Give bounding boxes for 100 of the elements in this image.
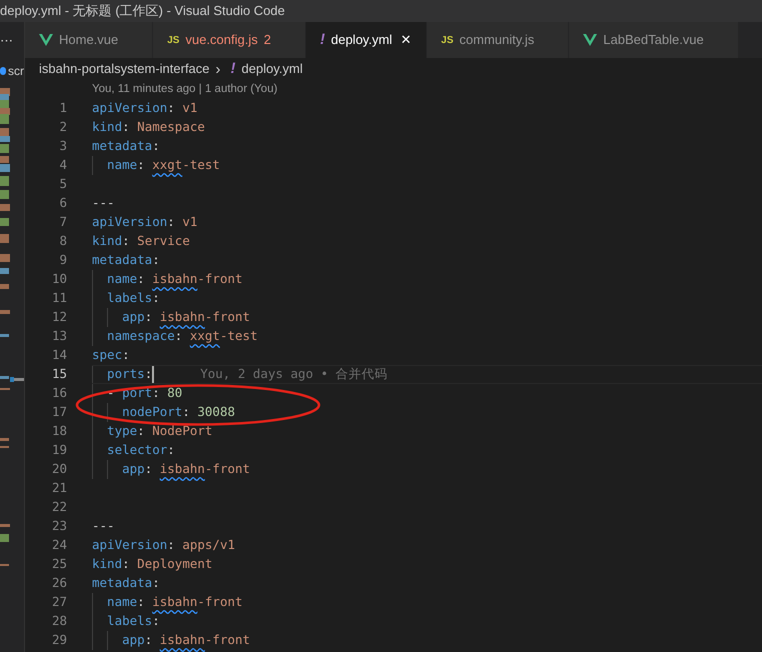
code-token: 30088 <box>197 403 236 422</box>
code-token: apiVersion <box>92 99 168 118</box>
code-token: v1 <box>182 99 198 118</box>
code-token: isbahn <box>152 270 198 288</box>
code-token: labels <box>106 289 152 308</box>
code-token: kind <box>92 232 122 250</box>
sidebar-item[interactable]: scr <box>8 62 24 80</box>
tab-label: Home.vue <box>59 31 118 50</box>
editor-tab[interactable]: ! deploy.yml ✕ <box>306 22 428 58</box>
code-token: : <box>137 270 146 288</box>
yaml-file-icon: ! <box>226 58 236 80</box>
code-token: -front <box>197 270 243 288</box>
line-number: 11 <box>52 289 67 308</box>
code-token: apiVersion <box>92 536 168 554</box>
code-token: : <box>167 536 176 554</box>
line-number: 21 <box>52 479 67 498</box>
code-token: : <box>182 403 191 422</box>
line-number: 25 <box>52 555 67 574</box>
code-token: : <box>122 232 131 250</box>
more-icon[interactable]: ⋯ <box>0 34 13 46</box>
code-token: isbahn <box>160 308 205 326</box>
js-file-icon: JS <box>167 32 180 48</box>
code-token: : <box>167 213 176 232</box>
code-token: metadata <box>92 137 152 156</box>
line-number: 18 <box>52 422 67 440</box>
line-number: 3 <box>59 137 67 156</box>
code-token: : <box>174 327 184 346</box>
code-token: : <box>152 574 160 592</box>
code-token: : <box>152 384 161 402</box>
editor-tab[interactable]: Home.vue <box>25 22 154 58</box>
code-token: : <box>152 137 160 156</box>
breadcrumb-folder[interactable]: isbahn-portalsystem-interface <box>39 59 210 79</box>
code-token: : <box>144 365 152 384</box>
code-token: -front <box>204 460 250 478</box>
code-token: --- <box>92 194 115 212</box>
code-token: : <box>167 99 176 118</box>
code-token: apiVersion <box>92 213 168 232</box>
code-token: spec <box>92 346 122 364</box>
line-number: 13 <box>52 327 67 346</box>
code-token: : <box>144 631 154 650</box>
code-token: type <box>106 422 138 440</box>
code-token: app <box>121 460 145 478</box>
code-token: isbahn <box>160 460 205 478</box>
code-token: metadata <box>92 251 152 270</box>
line-number: 4 <box>59 156 67 174</box>
line-number: 24 <box>52 536 67 554</box>
code-token: : <box>122 555 131 574</box>
code-token: : <box>144 308 154 326</box>
editor-tab[interactable]: JS community.js <box>427 22 570 58</box>
code-token: nodePort <box>121 403 182 422</box>
code-token: xxgt <box>190 327 220 346</box>
code-token: xxgt <box>152 156 182 174</box>
line-number: 20 <box>52 460 67 478</box>
code-token: : <box>167 441 175 460</box>
vue-file-icon <box>583 34 598 46</box>
line-number: 28 <box>52 612 67 630</box>
code-token: name <box>106 156 138 174</box>
code-token: Service <box>137 232 190 250</box>
code-token: kind <box>92 118 122 136</box>
close-icon[interactable]: ✕ <box>398 30 414 50</box>
editor-tab[interactable]: LabBedTable.vue <box>569 22 739 58</box>
line-number: 1 <box>59 99 67 118</box>
line-number: 22 <box>52 498 67 516</box>
problem-count: 2 <box>264 31 271 50</box>
line-number: 10 <box>52 270 67 288</box>
line-number: 9 <box>59 251 67 270</box>
code-token: : <box>152 612 160 630</box>
code-token: --- <box>92 517 115 536</box>
codelens-text[interactable]: You, 11 minutes ago | 1 author (You) <box>92 80 278 98</box>
code-token: : <box>152 289 160 308</box>
yaml-file-icon: ! <box>320 28 325 52</box>
editor-tab[interactable]: JS vue.config.js 2 <box>153 22 306 58</box>
code-token: Namespace <box>137 118 205 136</box>
code-token: : <box>137 422 146 440</box>
line-number: 29 <box>52 631 67 650</box>
vue-file-icon <box>39 34 53 46</box>
tab-label: deploy.yml <box>330 31 392 50</box>
code-token: 80 <box>167 384 182 402</box>
code-token: selector <box>106 441 168 460</box>
code-token: kind <box>92 555 122 574</box>
code-token: : <box>137 593 146 612</box>
line-number: 2 <box>59 118 67 136</box>
code-token: namespace <box>106 327 175 346</box>
code-token: port <box>122 384 152 402</box>
breadcrumb-file[interactable]: deploy.yml <box>242 59 303 79</box>
code-token: NodePort <box>152 422 212 440</box>
line-number: 12 <box>52 308 67 326</box>
code-token: labels <box>106 612 152 630</box>
line-number: 14 <box>52 346 67 364</box>
code-token: : <box>122 346 130 364</box>
code-token: : <box>122 118 131 136</box>
code-token: -front <box>204 631 250 650</box>
code-token: - <box>106 384 116 402</box>
line-number: 17 <box>52 403 67 422</box>
line-number: 8 <box>59 232 67 250</box>
js-file-icon: JS <box>441 32 454 48</box>
code-token: -test <box>220 327 258 346</box>
code-token: Deployment <box>137 555 212 574</box>
code-token: isbahn <box>160 631 205 650</box>
blame-annotation: You, 2 days ago • 合并代码 <box>200 365 388 384</box>
